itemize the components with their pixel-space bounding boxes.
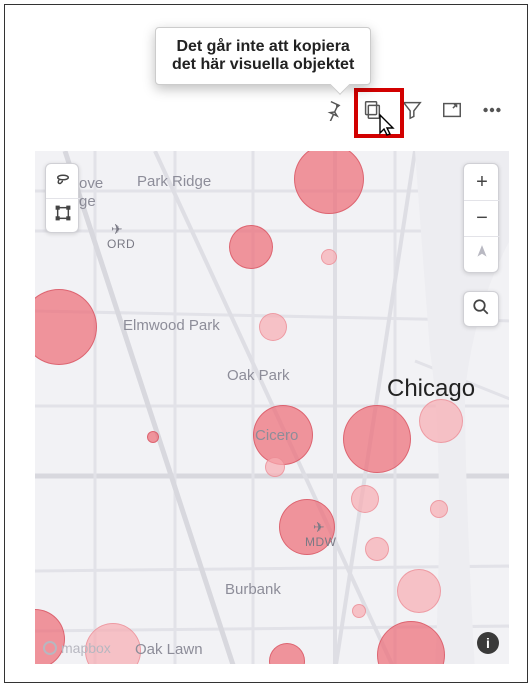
pin-icon [321,99,343,126]
map-label-oak-park: Oak Park [227,367,290,384]
airport-code-ord: ORD [107,237,135,251]
search-icon [472,298,490,321]
lasso-icon [54,170,72,193]
data-bubble[interactable] [351,485,379,513]
reset-north-button[interactable] [464,236,500,272]
map-visual[interactable]: ove ge Park Ridge Elmwood Park Oak Park … [35,151,509,664]
mapbox-logo-icon [43,641,57,655]
data-bubble[interactable] [343,405,411,473]
cursor-pointer-icon [378,113,398,142]
map-label-burbank: Burbank [225,581,281,598]
focus-mode-icon [441,99,463,126]
plus-icon: + [476,171,488,194]
zoom-in-button[interactable]: + [464,164,500,200]
map-label: ge [79,193,96,210]
tooltip-cannot-copy: Det går inte att kopiera det här visuell… [155,27,371,85]
tooltip-line2: det här visuella objektet [172,56,354,74]
more-icon [481,99,503,126]
map-label: ove [79,175,103,192]
map-label-cicero: Cicero [255,427,298,444]
map-attribution[interactable]: mapbox [43,640,111,656]
tooltip-tail [330,75,350,95]
visual-toolbar [317,97,507,127]
map-label-chicago: Chicago [387,375,475,403]
zoom-out-button[interactable]: − [464,200,500,236]
data-bubble[interactable] [265,457,285,477]
data-bubble[interactable] [365,537,389,561]
data-bubble[interactable] [321,249,337,265]
airplane-icon: ✈︎ [313,519,325,536]
minus-icon: − [476,207,488,230]
more-options-button[interactable] [477,97,507,127]
info-icon: i [486,635,490,651]
map-search-button[interactable] [463,291,499,327]
lasso-select-button[interactable] [46,164,80,198]
data-bubble[interactable] [419,399,463,443]
map-select-controls [45,163,79,233]
data-bubble[interactable] [229,225,273,269]
data-bubble[interactable] [147,431,159,443]
visual-frame: Det går inte att kopiera det här visuell… [4,4,528,683]
airport-code-mdw: MDW [305,535,337,549]
pin-button[interactable] [317,97,347,127]
compass-icon [475,243,489,266]
map-label-oak-lawn: Oak Lawn [135,641,203,658]
fit-bounds-button[interactable] [46,198,80,232]
map-label-elmwood-park: Elmwood Park [123,317,220,334]
airplane-icon: ✈︎ [111,221,123,238]
map-nav-controls: + − [463,163,499,273]
map-label-park-ridge: Park Ridge [137,173,211,190]
data-bubble[interactable] [352,604,366,618]
filter-icon [401,99,423,126]
attribution-text: mapbox [61,640,111,656]
data-bubble[interactable] [259,313,287,341]
tooltip-line1: Det går inte att kopiera [172,38,354,56]
data-bubble[interactable] [397,569,441,613]
data-bubble[interactable] [430,500,448,518]
bounds-icon [55,205,71,226]
map-info-button[interactable]: i [477,632,499,654]
focus-mode-button[interactable] [437,97,467,127]
